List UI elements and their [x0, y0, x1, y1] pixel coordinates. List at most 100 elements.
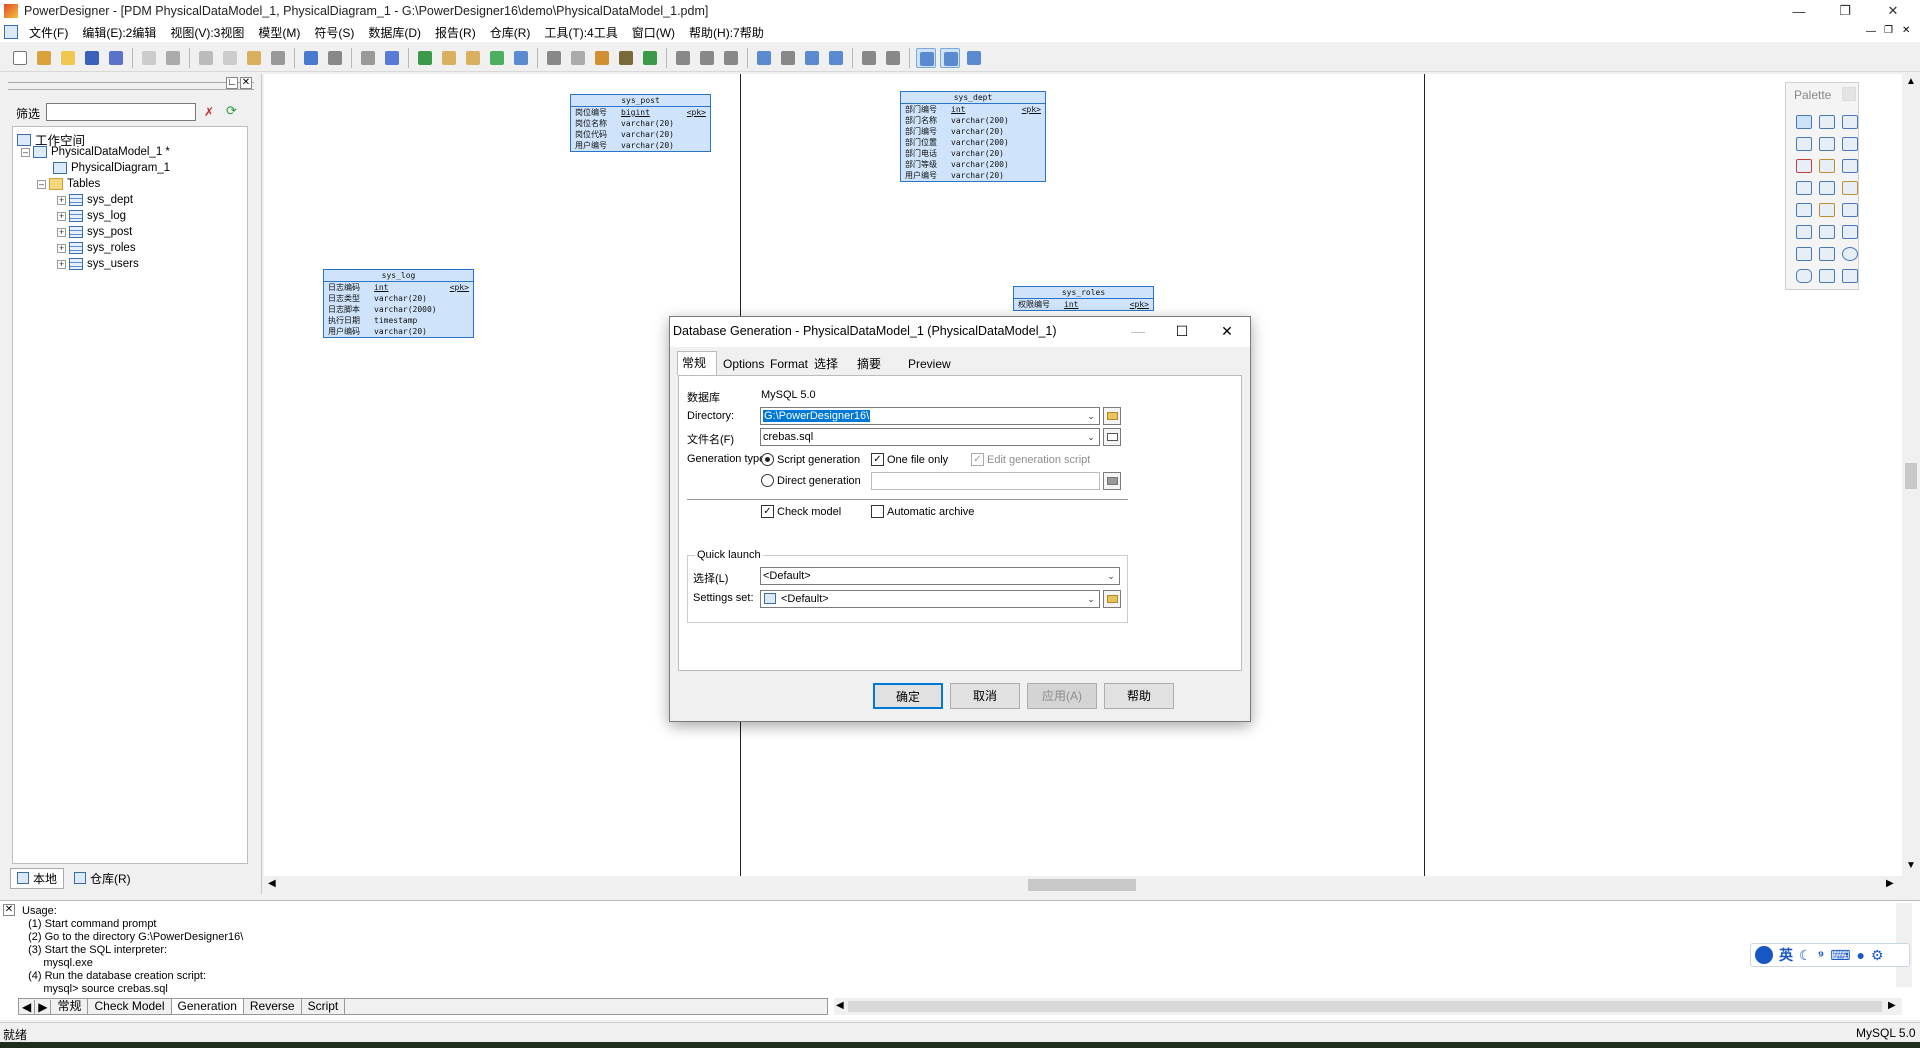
expand-toggle[interactable]: + — [57, 259, 66, 269]
tab-format[interactable]: Format — [766, 353, 812, 375]
menu-model[interactable]: 模型(M) — [251, 24, 307, 41]
reverse-icon[interactable] — [463, 48, 483, 68]
scroll-left-icon[interactable]: ◀ — [268, 878, 276, 889]
save-all-icon[interactable] — [106, 48, 126, 68]
polyline-icon[interactable] — [1819, 269, 1835, 283]
cut-icon[interactable] — [196, 48, 216, 68]
output-tab-check-model[interactable]: Check Model — [88, 999, 172, 1014]
refresh-icon[interactable]: ⟳ — [226, 104, 240, 118]
copy-icon[interactable] — [220, 48, 240, 68]
browse-folder-button[interactable] — [1103, 407, 1121, 425]
chevron-down-icon[interactable]: ⌄ — [1103, 568, 1119, 584]
collapse-toggle[interactable]: – — [37, 179, 46, 189]
edit-file-button[interactable] — [1103, 428, 1121, 446]
print-preview-icon[interactable] — [139, 48, 159, 68]
tree-node-diagram[interactable]: PhysicalDiagram_1 — [53, 162, 170, 174]
minimize-button[interactable]: — — [1776, 0, 1822, 22]
mic-icon[interactable]: ● — [1856, 947, 1864, 963]
scroll-thumb[interactable] — [1028, 879, 1136, 891]
properties-icon[interactable] — [358, 48, 378, 68]
window-2-icon[interactable] — [778, 48, 798, 68]
zoom-page-icon[interactable] — [883, 48, 903, 68]
horizontal-scrollbar[interactable]: ◀ ▶ — [264, 876, 1902, 894]
tab-repository[interactable]: 仓库(R) — [70, 869, 135, 888]
entity-sys-post[interactable]: sys_post 岗位编号 bigint <pk> 岗位名称 varchar(20) … — [570, 94, 711, 152]
pointer-icon[interactable] — [1796, 115, 1812, 129]
group-icon[interactable] — [544, 48, 564, 68]
tree-node-model[interactable]: – PhysicalDataModel_1 * — [21, 146, 170, 158]
output-tab-general[interactable]: 常规 — [51, 999, 89, 1014]
browser-pin-icon[interactable]: ∟ — [226, 77, 238, 89]
clear-filter-icon[interactable]: ✗ — [204, 105, 218, 119]
ime-lang[interactable]: 英 — [1779, 945, 1793, 965]
direct-generation-radio[interactable] — [761, 474, 774, 487]
package-icon[interactable] — [1819, 159, 1835, 173]
ok-button[interactable]: 确定 — [873, 683, 943, 709]
chevron-down-icon[interactable]: ⌄ — [1083, 591, 1099, 607]
menu-report[interactable]: 报告(R) — [428, 24, 483, 41]
output-tab-generation[interactable]: Generation — [171, 999, 244, 1014]
tab-general[interactable]: 常规 — [677, 351, 717, 375]
paste-icon[interactable] — [244, 48, 264, 68]
menu-database[interactable]: 数据库(D) — [361, 24, 428, 41]
rounded-rectangle-icon[interactable] — [1796, 269, 1812, 283]
window-4-icon[interactable] — [826, 48, 846, 68]
procedure-icon[interactable] — [1842, 181, 1858, 195]
check-model-label[interactable]: Check model — [777, 506, 841, 518]
zoom-in-icon[interactable] — [1842, 115, 1858, 129]
shortcut-icon[interactable] — [1796, 225, 1812, 239]
menu-file[interactable]: 文件(F) — [22, 24, 75, 41]
dialog-minimize-button[interactable]: — — [1116, 317, 1160, 347]
tree-node-tables[interactable]: – Tables — [37, 178, 100, 190]
menu-view[interactable]: 视图(V):3视图 — [163, 24, 251, 41]
line-icon[interactable] — [1842, 225, 1858, 239]
tab-selection[interactable]: 选择 — [810, 353, 842, 375]
close-button[interactable]: ✕ — [1870, 0, 1916, 22]
scroll-up-icon[interactable]: ▲ — [1906, 76, 1916, 87]
table-icon[interactable] — [1842, 159, 1858, 173]
dialog-close-button[interactable]: ✕ — [1205, 317, 1249, 347]
doc-icon[interactable] — [4, 25, 18, 39]
pen-icon[interactable] — [592, 48, 612, 68]
menu-repository[interactable]: 仓库(R) — [483, 24, 538, 41]
save-icon[interactable] — [82, 48, 102, 68]
expand-toggle[interactable]: + — [57, 243, 66, 253]
scroll-right-icon[interactable]: ▶ — [1888, 1000, 1896, 1011]
link-icon[interactable] — [1842, 203, 1858, 217]
scroll-thumb[interactable] — [848, 1001, 1882, 1012]
menu-edit[interactable]: 编辑(E):2编辑 — [75, 24, 163, 41]
scroll-left-icon[interactable]: ◀ — [836, 1000, 844, 1011]
chevron-down-icon[interactable]: ⌄ — [1083, 429, 1099, 445]
menu-tools[interactable]: 工具(T):4工具 — [537, 24, 624, 41]
undo-icon[interactable] — [301, 48, 321, 68]
browser-icon[interactable] — [382, 48, 402, 68]
output-tab-reverse[interactable]: Reverse — [244, 999, 302, 1014]
expand-toggle[interactable]: + — [57, 195, 66, 205]
moon-icon[interactable]: ☾ — [1799, 947, 1812, 964]
note-icon[interactable] — [1819, 203, 1835, 217]
expand-toggle[interactable]: + — [57, 227, 66, 237]
window-1-icon[interactable] — [754, 48, 774, 68]
generate-icon[interactable] — [439, 48, 459, 68]
mdi-minimize-icon[interactable]: — — [1866, 26, 1876, 37]
ime-toolbar[interactable]: 英 ☾ ⁹ ⌨ ● ⚙ — [1750, 943, 1910, 967]
tree-node-table[interactable]: + sys_log — [57, 210, 126, 222]
delete-icon[interactable] — [1796, 159, 1812, 173]
zoom-icon[interactable] — [1819, 137, 1835, 151]
settings-set-combo[interactable]: <Default> ⌄ — [760, 590, 1100, 608]
show-output-icon[interactable] — [940, 47, 960, 68]
align-icon[interactable] — [673, 48, 693, 68]
tree-node-table[interactable]: + sys_post — [57, 226, 132, 238]
output-tab-script[interactable]: Script — [302, 999, 346, 1014]
script-generation-label[interactable]: Script generation — [777, 454, 860, 466]
arc-icon[interactable] — [1796, 247, 1812, 261]
help-button[interactable]: 帮助 — [1104, 683, 1174, 709]
polygon-icon[interactable] — [1842, 269, 1858, 283]
zoom-fit-icon[interactable] — [859, 48, 879, 68]
collapse-toggle[interactable]: – — [21, 147, 30, 157]
filter-input[interactable] — [46, 103, 196, 121]
entity-sys-dept[interactable]: sys_dept 部门编号 int <pk> 部门名称 varchar(200) 部门… — [900, 91, 1046, 182]
delete-icon[interactable] — [268, 48, 288, 68]
one-file-only-label[interactable]: One file only — [887, 454, 948, 466]
dialog-maximize-button[interactable]: ☐ — [1160, 317, 1204, 347]
